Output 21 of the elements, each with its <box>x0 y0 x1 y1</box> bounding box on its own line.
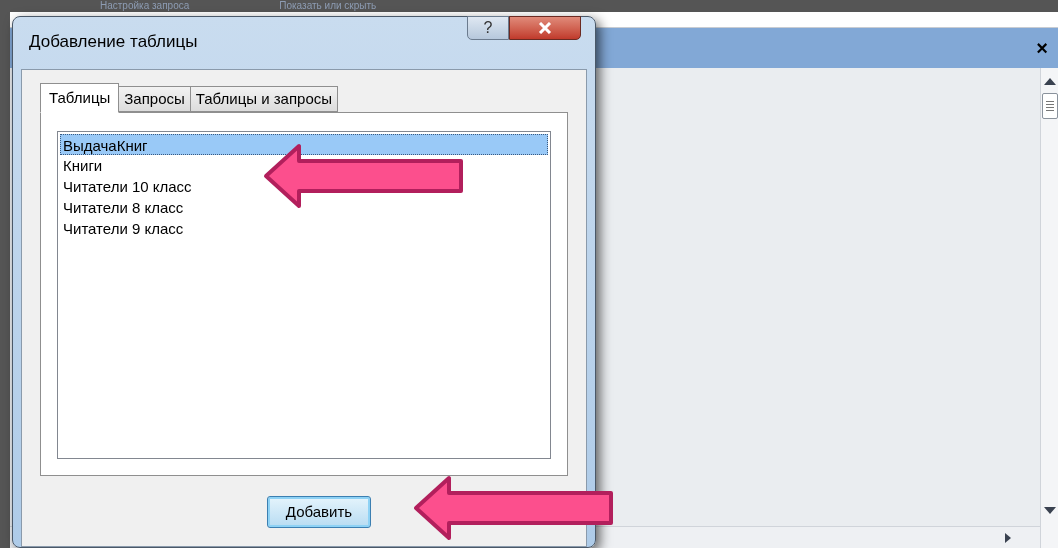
list-item[interactable]: ВыдачаКниг <box>60 134 548 155</box>
close-button[interactable] <box>509 16 581 40</box>
close-button[interactable]: × <box>1032 38 1052 58</box>
tab[interactable]: Таблицы и запросы <box>189 86 339 112</box>
list-item[interactable]: Читатели 9 класс <box>60 218 548 239</box>
scroll-thumb[interactable] <box>1041 93 1058 119</box>
dialog-title: Добавление таблицы <box>29 31 198 53</box>
ribbon-group-label: Настройка запроса <box>100 1 190 11</box>
vertical-scrollbar[interactable] <box>1040 68 1058 548</box>
tab[interactable]: Таблицы <box>40 83 120 113</box>
scroll-right-icon[interactable] <box>1004 532 1012 543</box>
tab[interactable]: Запросы <box>118 86 191 112</box>
help-button[interactable]: ? <box>467 16 509 40</box>
scroll-up-icon[interactable] <box>1043 78 1056 85</box>
add-button[interactable]: Добавить <box>267 496 371 528</box>
list-item[interactable]: Читатели 10 класс <box>60 176 548 197</box>
close-icon <box>538 22 552 34</box>
list-item[interactable]: Читатели 8 класс <box>60 197 548 218</box>
list-item[interactable]: Книги <box>60 155 548 176</box>
ribbon-group-label: Показать или скрыть <box>279 1 377 11</box>
scroll-down-icon[interactable] <box>1043 507 1056 514</box>
